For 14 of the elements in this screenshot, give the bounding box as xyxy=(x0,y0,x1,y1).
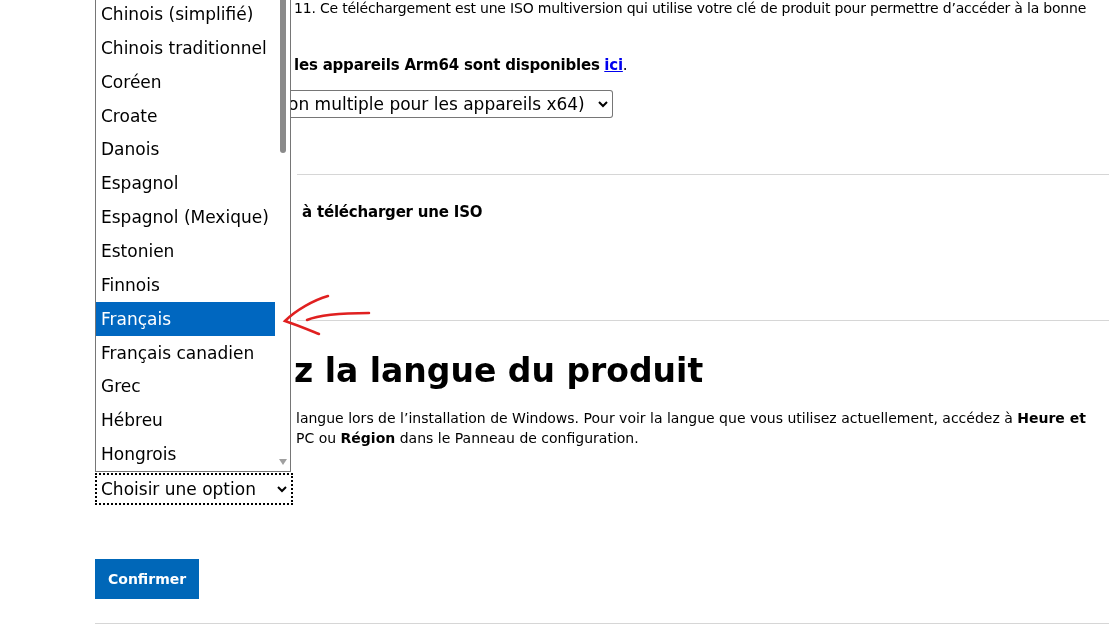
arm-link[interactable]: ici xyxy=(604,56,623,74)
section-heading: z la langue du produit xyxy=(294,351,705,391)
download-note: à télécharger une ISO xyxy=(302,203,483,221)
intro-text: 11. Ce téléchargement est une ISO multiversion qui utilise votre clé de produit pour permettre d’accéder à la bonne xyxy=(294,0,1088,16)
language-option[interactable]: Français xyxy=(96,301,275,336)
instruction-text: PC ou Région dans le Panneau de configuration. xyxy=(296,430,640,446)
period-text: . xyxy=(622,56,628,74)
instruction-text: langue lors de l’installation de Windows. Pour voir la langue que vous utilisez actuellement, accédez à Heure et xyxy=(296,410,1087,426)
chevron-icon xyxy=(277,485,287,493)
arm-note: les appareils Arm64 sont disponibles xyxy=(294,56,600,74)
scroll-down-icon[interactable] xyxy=(279,459,287,465)
scrollbar-thumb[interactable] xyxy=(280,0,286,153)
chevron-icon xyxy=(598,100,608,108)
confirm-button[interactable]: Confirmer xyxy=(95,559,200,599)
